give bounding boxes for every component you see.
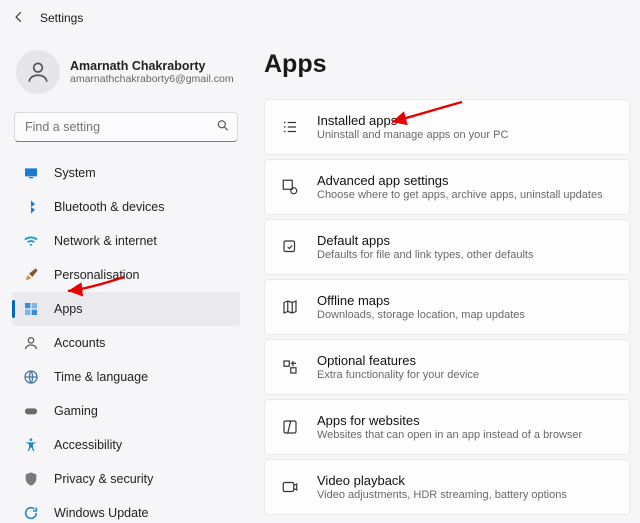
back-icon[interactable] [12, 10, 26, 27]
sidebar-item-label: Bluetooth & devices [54, 200, 165, 214]
card-desc: Downloads, storage location, map updates [317, 309, 525, 321]
window-title: Settings [40, 11, 83, 25]
card-title: Video playback [317, 473, 567, 488]
sidebar-item-update[interactable]: Windows Update [12, 496, 240, 523]
account-name: Amarnath Chakraborty [70, 59, 234, 73]
sidebar-item-network[interactable]: Network & internet [12, 224, 240, 258]
video-icon [279, 478, 301, 496]
card-title: Offline maps [317, 293, 525, 308]
page-title: Apps [264, 50, 630, 79]
title-bar: Settings [0, 0, 640, 36]
sidebar-item-gaming[interactable]: Gaming [12, 394, 240, 428]
sidebar-item-label: Network & internet [54, 234, 157, 248]
update-icon [22, 504, 40, 522]
card-video-playback[interactable]: Video playback Video adjustments, HDR st… [264, 459, 630, 515]
card-default-apps[interactable]: Default apps Defaults for file and link … [264, 219, 630, 275]
card-title: Optional features [317, 353, 479, 368]
advanced-settings-icon [279, 178, 301, 196]
card-list: Installed apps Uninstall and manage apps… [264, 99, 630, 515]
sidebar-item-label: Accounts [54, 336, 105, 350]
default-apps-icon [279, 238, 301, 256]
nav-list: System Bluetooth & devices Network & int… [12, 156, 240, 523]
system-icon [22, 164, 40, 182]
maps-icon [279, 298, 301, 316]
sidebar: Amarnath Chakraborty amarnathchakraborty… [0, 36, 248, 523]
sidebar-item-label: Personalisation [54, 268, 139, 282]
search-input[interactable] [14, 112, 238, 142]
search-container [14, 112, 238, 142]
sidebar-item-label: Accessibility [54, 438, 122, 452]
sidebar-item-label: Time & language [54, 370, 148, 384]
sidebar-item-personalisation[interactable]: Personalisation [12, 258, 240, 292]
sidebar-item-accessibility[interactable]: Accessibility [12, 428, 240, 462]
card-title: Default apps [317, 233, 533, 248]
card-installed-apps[interactable]: Installed apps Uninstall and manage apps… [264, 99, 630, 155]
bluetooth-icon [22, 198, 40, 216]
card-desc: Uninstall and manage apps on your PC [317, 129, 508, 141]
card-apps-for-websites[interactable]: Apps for websites Websites that can open… [264, 399, 630, 455]
sidebar-item-label: Windows Update [54, 506, 149, 520]
avatar [16, 50, 60, 94]
paintbrush-icon [22, 266, 40, 284]
account-block[interactable]: Amarnath Chakraborty amarnathchakraborty… [12, 44, 240, 112]
card-title: Advanced app settings [317, 173, 603, 188]
accounts-icon [22, 334, 40, 352]
globe-icon [22, 368, 40, 386]
sidebar-item-label: Apps [54, 302, 83, 316]
card-desc: Video adjustments, HDR streaming, batter… [317, 489, 567, 501]
sidebar-item-apps[interactable]: Apps [12, 292, 240, 326]
search-icon[interactable] [216, 119, 230, 136]
card-title: Installed apps [317, 113, 508, 128]
card-advanced-settings[interactable]: Advanced app settings Choose where to ge… [264, 159, 630, 215]
sidebar-item-bluetooth[interactable]: Bluetooth & devices [12, 190, 240, 224]
card-desc: Websites that can open in an app instead… [317, 429, 582, 441]
sidebar-item-label: Privacy & security [54, 472, 153, 486]
sidebar-item-label: System [54, 166, 96, 180]
wifi-icon [22, 232, 40, 250]
sidebar-item-privacy[interactable]: Privacy & security [12, 462, 240, 496]
card-desc: Defaults for file and link types, other … [317, 249, 533, 261]
card-title: Apps for websites [317, 413, 582, 428]
installed-apps-icon [279, 118, 301, 136]
card-desc: Choose where to get apps, archive apps, … [317, 189, 603, 201]
card-offline-maps[interactable]: Offline maps Downloads, storage location… [264, 279, 630, 335]
apps-websites-icon [279, 418, 301, 436]
accessibility-icon [22, 436, 40, 454]
optional-features-icon [279, 358, 301, 376]
account-email: amarnathchakraborty6@gmail.com [70, 73, 234, 85]
card-desc: Extra functionality for your device [317, 369, 479, 381]
main-panel: Apps Installed apps Uninstall and manage… [248, 36, 640, 523]
apps-icon [22, 300, 40, 318]
card-optional-features[interactable]: Optional features Extra functionality fo… [264, 339, 630, 395]
sidebar-item-label: Gaming [54, 404, 98, 418]
sidebar-item-accounts[interactable]: Accounts [12, 326, 240, 360]
gaming-icon [22, 402, 40, 420]
sidebar-item-system[interactable]: System [12, 156, 240, 190]
shield-icon [22, 470, 40, 488]
sidebar-item-time[interactable]: Time & language [12, 360, 240, 394]
